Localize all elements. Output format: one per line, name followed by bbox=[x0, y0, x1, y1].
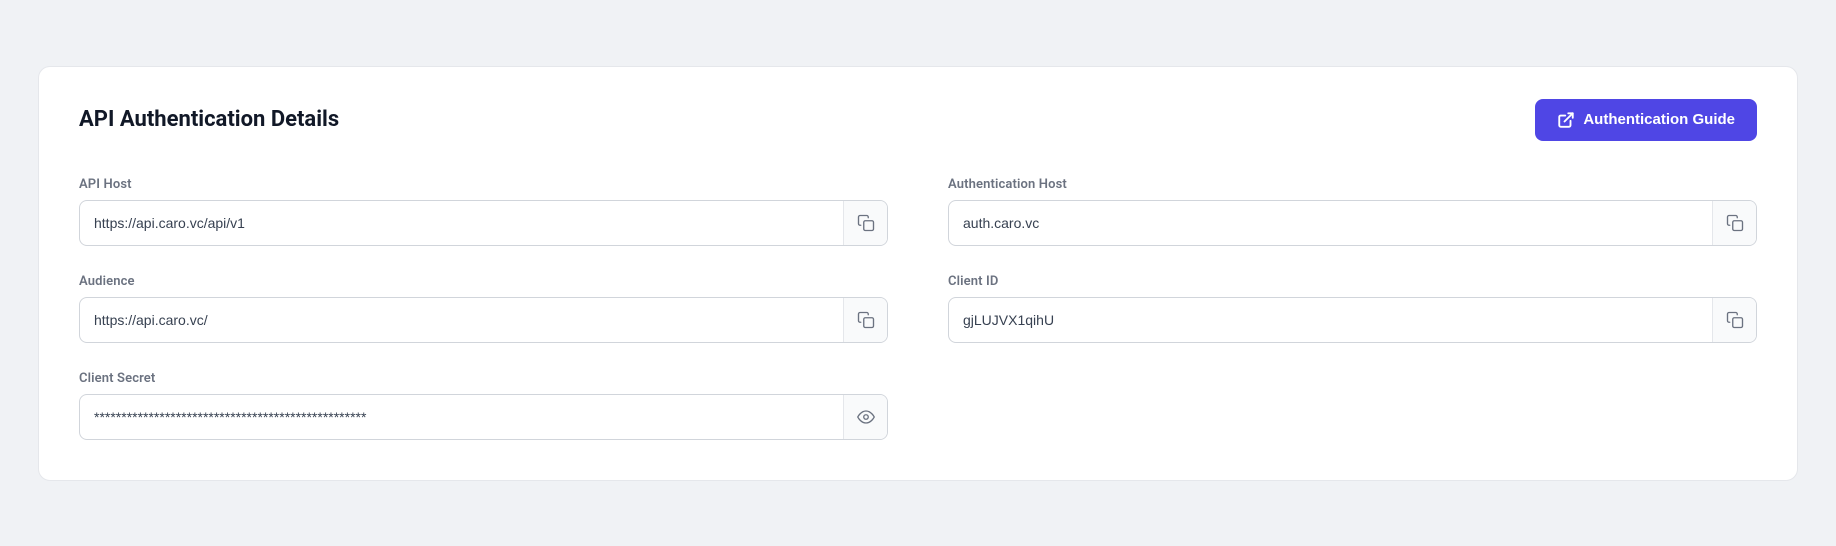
client-id-group: Client ID bbox=[948, 274, 1757, 343]
audience-input[interactable] bbox=[80, 300, 843, 340]
card-title: API Authentication Details bbox=[79, 107, 339, 132]
copy-icon bbox=[857, 311, 875, 329]
auth-guide-label: Authentication Guide bbox=[1583, 111, 1735, 128]
client-secret-input-wrapper bbox=[79, 394, 888, 440]
auth-host-input-wrapper bbox=[948, 200, 1757, 246]
audience-group: Audience bbox=[79, 274, 888, 343]
copy-icon bbox=[1726, 311, 1744, 329]
api-host-copy-button[interactable] bbox=[843, 201, 887, 245]
fields-grid: API Host Authentication Host bbox=[79, 177, 1757, 440]
audience-input-wrapper bbox=[79, 297, 888, 343]
client-secret-toggle-button[interactable] bbox=[843, 395, 887, 439]
client-id-label: Client ID bbox=[948, 274, 1757, 289]
auth-host-label: Authentication Host bbox=[948, 177, 1757, 192]
client-secret-group: Client Secret bbox=[79, 371, 888, 440]
api-host-input-wrapper bbox=[79, 200, 888, 246]
api-auth-details-card: API Authentication Details Authenticatio… bbox=[38, 66, 1798, 481]
copy-icon bbox=[1726, 214, 1744, 232]
api-host-group: API Host bbox=[79, 177, 888, 246]
eye-icon bbox=[857, 408, 875, 426]
audience-label: Audience bbox=[79, 274, 888, 289]
auth-host-input[interactable] bbox=[949, 203, 1712, 243]
api-host-input[interactable] bbox=[80, 203, 843, 243]
auth-host-group: Authentication Host bbox=[948, 177, 1757, 246]
client-id-input-wrapper bbox=[948, 297, 1757, 343]
auth-guide-button[interactable]: Authentication Guide bbox=[1535, 99, 1757, 141]
card-header: API Authentication Details Authenticatio… bbox=[79, 99, 1757, 141]
client-secret-label: Client Secret bbox=[79, 371, 888, 386]
api-host-label: API Host bbox=[79, 177, 888, 192]
client-id-input[interactable] bbox=[949, 300, 1712, 340]
auth-host-copy-button[interactable] bbox=[1712, 201, 1756, 245]
copy-icon bbox=[857, 214, 875, 232]
client-secret-input[interactable] bbox=[80, 397, 843, 437]
external-link-icon bbox=[1557, 111, 1575, 129]
client-id-copy-button[interactable] bbox=[1712, 298, 1756, 342]
audience-copy-button[interactable] bbox=[843, 298, 887, 342]
